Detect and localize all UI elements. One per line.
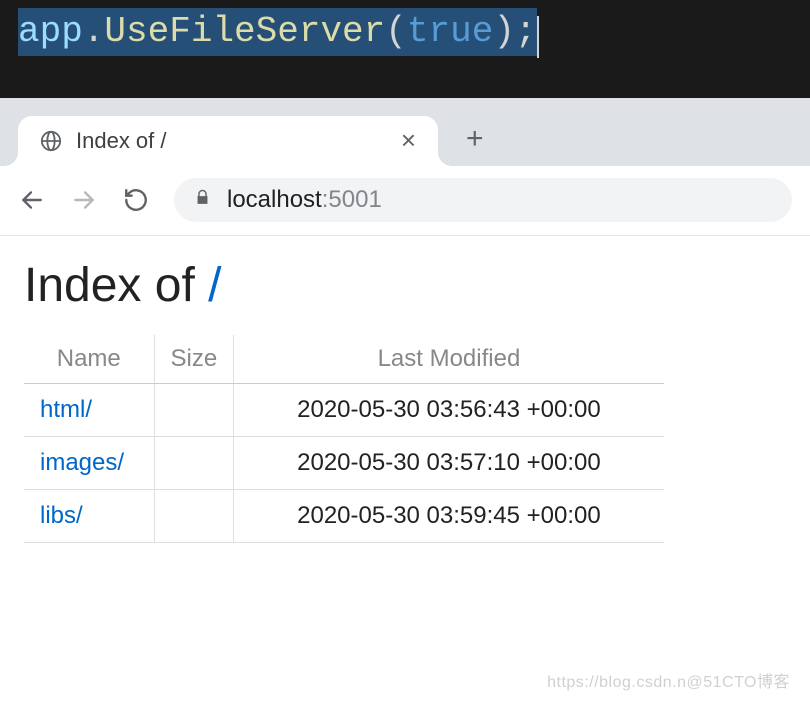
file-link[interactable]: libs/	[40, 502, 83, 529]
code-token-method: UseFileServer	[104, 11, 385, 52]
table-row: html/ 2020-05-30 03:56:43 +00:00	[24, 383, 664, 436]
file-size-cell	[154, 383, 234, 436]
text-cursor	[537, 16, 539, 58]
file-name-cell: libs/	[24, 489, 154, 542]
code-token-open-paren: (	[385, 11, 407, 52]
column-header-name: Name	[24, 335, 154, 384]
code-token-keyword: true	[407, 11, 493, 52]
code-token-semicolon: ;	[515, 11, 537, 52]
directory-listing-table: Name Size Last Modified html/ 2020-05-30…	[24, 335, 664, 543]
address-bar: localhost:5001	[0, 166, 810, 236]
address-host: localhost	[227, 186, 322, 213]
file-link[interactable]: html/	[40, 396, 92, 423]
forward-button[interactable]	[70, 186, 98, 214]
file-size-cell	[154, 489, 234, 542]
tab-title: Index of /	[76, 128, 397, 154]
lock-icon	[194, 189, 211, 211]
heading-path: /	[208, 259, 221, 312]
file-link[interactable]: images/	[40, 449, 124, 476]
reload-button[interactable]	[122, 186, 150, 214]
heading-prefix: Index of	[24, 259, 208, 312]
table-row: images/ 2020-05-30 03:57:10 +00:00	[24, 436, 664, 489]
page-title: Index of /	[24, 258, 786, 313]
browser-chrome: Index of / × + localhost:5001	[0, 98, 810, 236]
table-header-row: Name Size Last Modified	[24, 335, 664, 384]
code-token-variable: app	[18, 11, 83, 52]
code-token-close-paren: )	[493, 11, 515, 52]
browser-tab[interactable]: Index of / ×	[18, 116, 438, 166]
file-modified-cell: 2020-05-30 03:57:10 +00:00	[234, 436, 664, 489]
code-editor: app.UseFileServer(true);	[0, 0, 810, 98]
table-row: libs/ 2020-05-30 03:59:45 +00:00	[24, 489, 664, 542]
file-modified-cell: 2020-05-30 03:59:45 +00:00	[234, 489, 664, 542]
column-header-modified: Last Modified	[234, 335, 664, 384]
file-name-cell: images/	[24, 436, 154, 489]
file-modified-cell: 2020-05-30 03:56:43 +00:00	[234, 383, 664, 436]
omnibox[interactable]: localhost:5001	[174, 178, 792, 222]
code-token-dot: .	[83, 11, 105, 52]
close-icon[interactable]: ×	[397, 125, 420, 156]
globe-icon	[40, 130, 62, 152]
back-button[interactable]	[18, 186, 46, 214]
page-content: Index of / Name Size Last Modified html/…	[0, 236, 810, 565]
address-text: localhost:5001	[227, 186, 382, 214]
new-tab-button[interactable]: +	[466, 122, 484, 156]
file-name-cell: html/	[24, 383, 154, 436]
file-size-cell	[154, 436, 234, 489]
address-port: :5001	[322, 186, 382, 213]
column-header-size: Size	[154, 335, 234, 384]
code-line: app.UseFileServer(true);	[18, 8, 537, 56]
tab-strip: Index of / × +	[0, 98, 810, 166]
watermark: https://blog.csdn.n@51CTO博客	[547, 668, 790, 692]
